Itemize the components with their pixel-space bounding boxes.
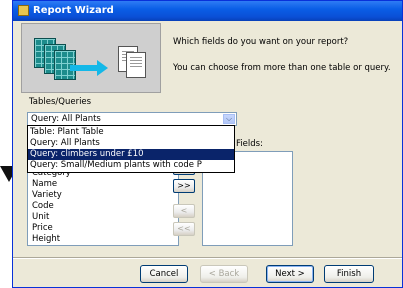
- list-item[interactable]: Name: [32, 179, 57, 190]
- remove-one-button[interactable]: <: [173, 204, 195, 218]
- dropdown-option[interactable]: Table: Plant Table: [28, 127, 234, 138]
- back-button[interactable]: < Back: [200, 265, 248, 283]
- tables-queries-label: Tables/Queries: [29, 97, 92, 107]
- report-page-icon: [126, 52, 146, 78]
- tables-queries-dropdown[interactable]: Query: All Plants ⌵: [27, 112, 237, 126]
- list-item[interactable]: Variety: [32, 190, 62, 201]
- list-item[interactable]: Code: [32, 201, 54, 212]
- dropdown-options-list[interactable]: Table: Plant Table Query: All Plants Que…: [27, 125, 235, 173]
- transfer-arrow-icon: [70, 65, 98, 71]
- list-item[interactable]: Unit: [32, 212, 49, 223]
- dropdown-option[interactable]: Query: Small/Medium plants with code P: [28, 160, 234, 171]
- list-item[interactable]: Height: [32, 234, 60, 245]
- tables-queries-value: Query: All Plants: [31, 114, 101, 124]
- intro-hint: You can choose from more than one table …: [173, 63, 391, 73]
- selected-fields-label: Fields:: [236, 139, 263, 149]
- cancel-button[interactable]: Cancel: [140, 265, 188, 283]
- next-button[interactable]: Next >: [266, 265, 314, 283]
- remove-all-button[interactable]: <<: [173, 222, 195, 236]
- report-wizard-window: Report Wizard Which fields do you want o…: [12, 0, 403, 288]
- transfer-arrow-head-icon: [97, 60, 108, 76]
- title-bar[interactable]: Report Wizard: [13, 1, 402, 21]
- add-all-button[interactable]: >>: [173, 179, 195, 193]
- chevron-down-icon: ⌵: [226, 114, 233, 123]
- app-icon: [18, 5, 29, 16]
- window-title: Report Wizard: [33, 5, 114, 16]
- dropdown-button[interactable]: ⌵: [223, 114, 235, 124]
- footer-divider: [13, 257, 402, 259]
- finish-button[interactable]: Finish: [324, 265, 374, 283]
- dropdown-option-highlighted[interactable]: Query: climbers under £10: [28, 149, 234, 160]
- list-item[interactable]: Price: [32, 223, 53, 234]
- wizard-illustration: [21, 23, 161, 93]
- available-fields-list[interactable]: Category Name Variety Code Unit Price He…: [27, 171, 179, 246]
- dropdown-option[interactable]: Query: All Plants: [28, 138, 234, 149]
- intro-question: Which fields do you want on your report?: [173, 37, 349, 47]
